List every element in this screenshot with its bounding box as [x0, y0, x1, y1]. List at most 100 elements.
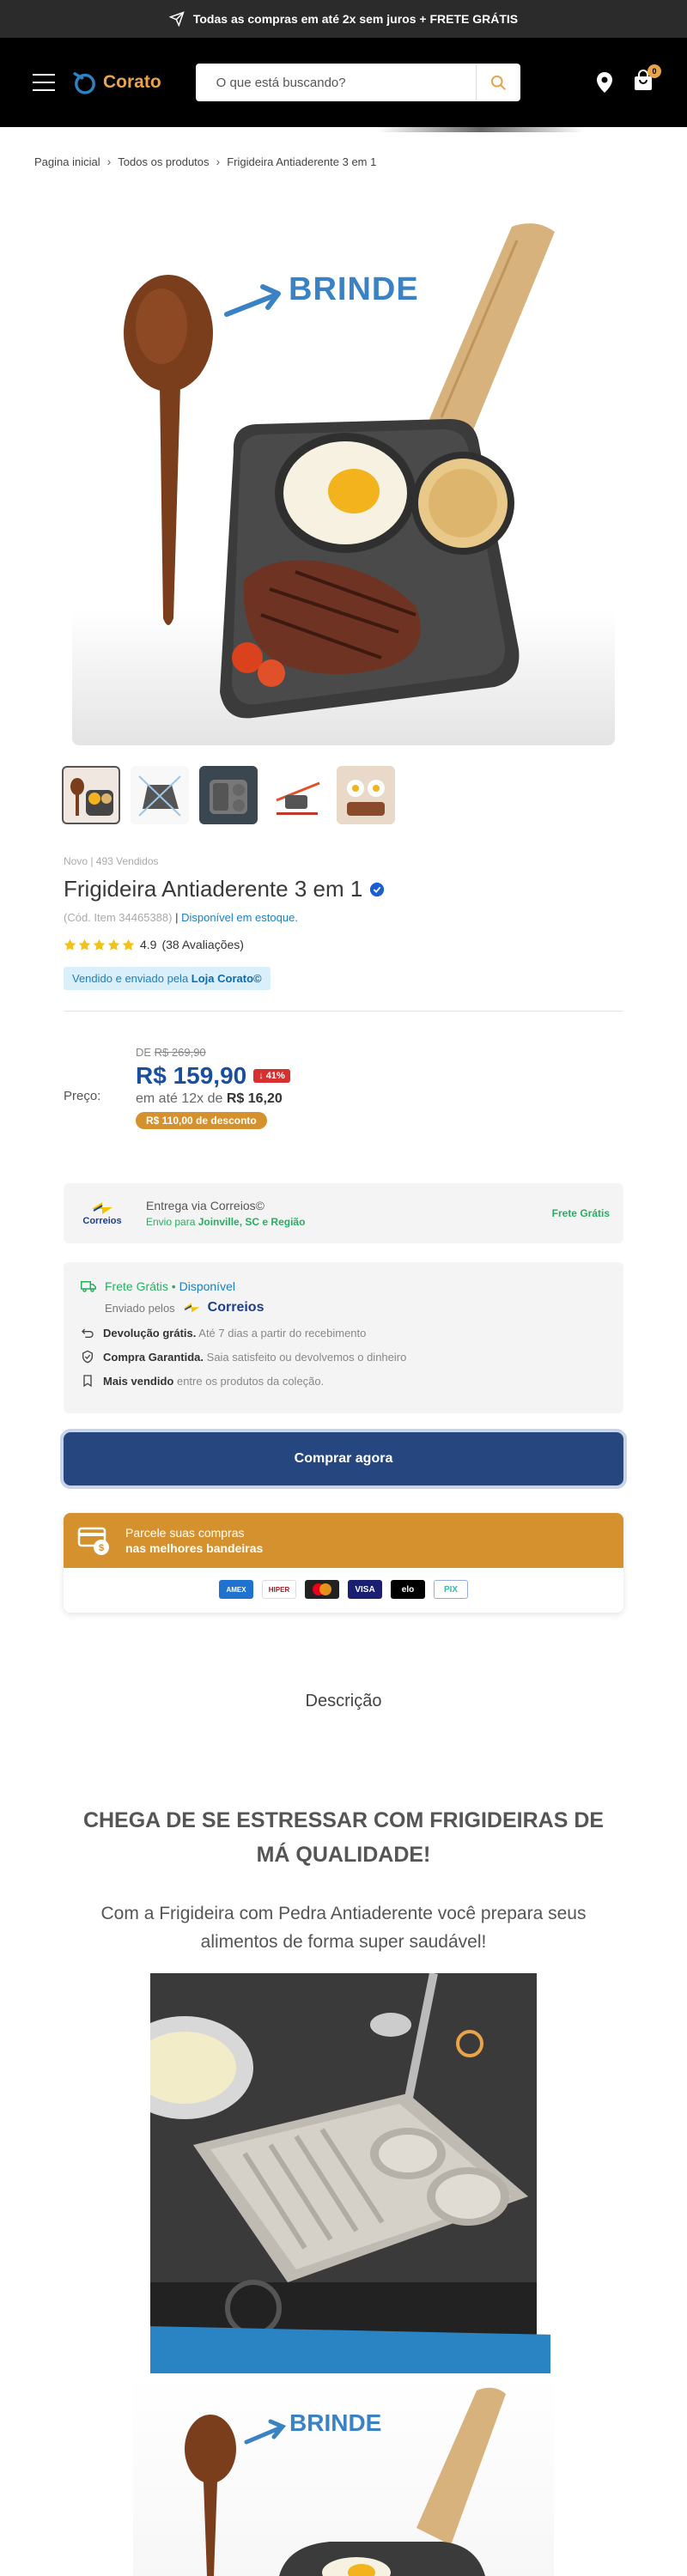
header-icons: 0 [596, 64, 661, 96]
discount-value: 41% [265, 1071, 285, 1081]
product-main-image[interactable]: BRINDE [72, 203, 615, 745]
product-rating[interactable]: 4.9 (38 Avaliações) [64, 938, 623, 951]
current-price: R$ 159,90 [136, 1062, 247, 1089]
sent-by-label: Enviado pelos [105, 1301, 175, 1315]
correios-logo: Correios [77, 1200, 127, 1226]
logo-mark-icon [73, 72, 95, 94]
rating-stars [64, 939, 135, 951]
shipping-subtitle: Envio para Joinville, SC e Região [146, 1216, 305, 1228]
benefit-text: entre os produtos da coleção. [173, 1374, 325, 1388]
price-label: Preço: [64, 1089, 101, 1103]
correios-wordmark: Correios [207, 1300, 264, 1315]
gift-overlay-text: BRINDE [289, 2409, 382, 2436]
menu-icon-bar [33, 74, 55, 76]
free-shipping-label: Frete Grátis [551, 1207, 610, 1219]
title-row: Frigideira Antiaderente 3 em 1 [64, 876, 623, 902]
cart-button[interactable]: 0 [632, 64, 661, 96]
breadcrumb-all-products[interactable]: Todos os produtos [118, 155, 209, 168]
shield-check-icon [82, 1350, 93, 1364]
description-headline: CHEGA DE SE ESTRESSAR COM FRIGIDEIRAS DE… [82, 1808, 605, 1867]
discount-badge: ↓ 41% [253, 1069, 290, 1083]
benefit-free-shipping: Frete Grátis [105, 1279, 168, 1293]
svg-text:$: $ [99, 1543, 104, 1553]
seller-name: Loja Corato© [191, 972, 262, 985]
shipping-sub-prefix: Envio para [146, 1216, 198, 1228]
truck-icon [81, 1281, 96, 1292]
benefit-available: Disponível [179, 1279, 235, 1293]
installments-prefix: em até 12x de [136, 1091, 227, 1106]
installments-banner: $ Parcele suas compras nas melhores band… [64, 1513, 623, 1568]
benefit-bold: Devolução grátis. [103, 1326, 197, 1340]
menu-icon-bar [33, 89, 55, 91]
card-brands: AMEX HIPER VISA elo PIX [64, 1580, 623, 1599]
old-price-value: R$ 269,90 [154, 1046, 206, 1059]
thumbnail-1[interactable] [62, 766, 120, 824]
benefit-row: Mais vendido entre os produtos da coleçã… [81, 1374, 606, 1388]
correios-icon [183, 1303, 200, 1313]
sent-by-row: Enviado pelos Correios [105, 1300, 606, 1315]
benefit-text: Saia satisfeito ou devolvemos o dinheiro [204, 1350, 407, 1364]
thumbnail-3[interactable] [199, 766, 258, 824]
price-details: DE R$ 269,90 R$ 159,90 ↓ 41% em até 12x … [136, 1046, 290, 1129]
star-icon [122, 939, 135, 951]
search-icon [491, 75, 507, 91]
shipping-region: Joinville, SC e Região [198, 1216, 306, 1228]
menu-button[interactable] [33, 74, 55, 91]
announcement-text: Todas as compras em até 2x sem juros + F… [192, 12, 519, 26]
brinde-overlay-text: BRINDE [289, 271, 419, 307]
savings-badge: R$ 110,00 de desconto [136, 1112, 267, 1129]
search-button[interactable] [475, 64, 520, 101]
description-subline: Com a Frigideira com Pedra Antiaderente … [100, 1904, 587, 1952]
pix-icon: PIX [434, 1580, 468, 1599]
payment-methods-card: $ Parcele suas compras nas melhores band… [64, 1513, 623, 1613]
elo-card-icon: elo [391, 1580, 425, 1599]
benefit-row: Compra Garantida. Saia satisfeito ou dev… [81, 1350, 606, 1364]
correios-icon [92, 1202, 112, 1214]
site-logo[interactable]: Corato [70, 68, 161, 97]
description-title: Descrição [305, 1692, 382, 1710]
sku-row: (Cód. Item 34465388) | Disponível em est… [64, 911, 623, 924]
chevron-right-icon: › [216, 155, 221, 168]
thumbnail-5[interactable] [337, 766, 395, 824]
breadcrumb: Pagina inicial › Todos os produtos › Fri… [0, 132, 687, 168]
installments-banner-text: Parcele suas compras nas melhores bandei… [125, 1526, 263, 1555]
site-header: Corato 0 [0, 38, 687, 127]
announcement-bar: Todas as compras em até 2x sem juros + F… [0, 0, 687, 38]
rating-count: (38 Avaliações) [161, 938, 244, 951]
installments-value: R$ 16,20 [226, 1091, 283, 1106]
thumbnail-2[interactable] [131, 766, 189, 824]
hipercard-icon: HIPER [262, 1580, 296, 1599]
old-price-prefix: DE [136, 1046, 155, 1059]
breadcrumb-home[interactable]: Pagina inicial [34, 155, 100, 168]
installments: em até 12x de R$ 16,20 [136, 1091, 290, 1107]
menu-icon-bar [33, 82, 55, 83]
product-title: Frigideira Antiaderente 3 em 1 [64, 876, 363, 902]
benefit-bold: Mais vendido [103, 1374, 174, 1388]
product-sku: (Cód. Item 34465388) [64, 911, 173, 924]
amex-card-icon: AMEX [219, 1580, 253, 1599]
search-bar [195, 64, 520, 101]
rating-value: 4.9 [140, 938, 157, 951]
visa-card-icon: VISA [348, 1580, 382, 1599]
old-price: DE R$ 269,90 [136, 1046, 290, 1059]
seller-prefix: Vendido e enviado pela [72, 972, 192, 985]
send-icon [168, 11, 185, 27]
location-pin-icon[interactable] [596, 72, 613, 93]
breadcrumb-current: Frigideira Antiaderente 3 em 1 [227, 155, 377, 168]
logo-text: Corato [103, 72, 161, 92]
thumbnail-strip [62, 766, 395, 824]
product-meta: Novo | 493 Vendidos [64, 855, 159, 867]
star-icon [78, 939, 91, 951]
buy-now-button[interactable]: Comprar agora [64, 1432, 623, 1485]
thumbnail-4[interactable] [268, 766, 326, 824]
correios-logo-label: Correios [82, 1216, 122, 1226]
star-icon [93, 939, 106, 951]
search-input[interactable] [195, 64, 476, 101]
installments-line-1: Parcele suas compras [125, 1526, 245, 1540]
benefit-row: Devolução grátis. Até 7 dias a partir do… [81, 1326, 606, 1340]
mastercard-icon [305, 1580, 339, 1599]
installments-line-2: nas melhores bandeiras [125, 1541, 264, 1555]
arrow-down-icon: ↓ [258, 1071, 266, 1081]
benefit-bold: Compra Garantida. [103, 1350, 204, 1364]
sku-separator: | [172, 911, 182, 924]
